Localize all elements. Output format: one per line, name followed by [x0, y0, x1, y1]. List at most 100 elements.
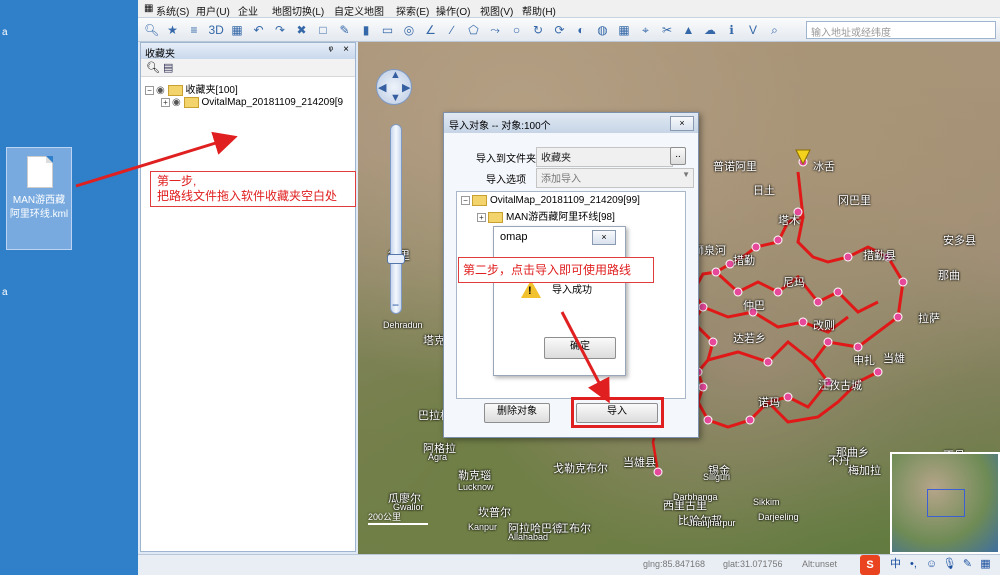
- polygon-icon[interactable]: ⬠: [467, 23, 481, 37]
- info-icon[interactable]: ℹ: [725, 23, 739, 37]
- pin-icon[interactable]: ᵠ: [329, 45, 333, 56]
- map-place-label: 坎普尔: [478, 507, 511, 519]
- window-icon[interactable]: ▭: [381, 23, 395, 37]
- list-icon[interactable]: ▤: [163, 61, 173, 74]
- expand-icon[interactable]: +: [161, 98, 170, 107]
- ime-voice-icon[interactable]: 🎙︎: [942, 557, 957, 572]
- browse-button[interactable]: ..: [670, 147, 686, 165]
- layers-icon[interactable]: ≡: [187, 23, 201, 37]
- line-icon[interactable]: ∕: [445, 23, 459, 37]
- mountain-icon[interactable]: ▲: [682, 23, 696, 37]
- square-icon[interactable]: □: [316, 23, 330, 37]
- star-icon[interactable]: ★: [166, 23, 180, 37]
- address-input[interactable]: 输入地址或经纬度: [806, 21, 996, 39]
- redo-icon[interactable]: ↷: [273, 23, 287, 37]
- location-icon[interactable]: ⌖: [639, 23, 653, 37]
- route-point: [898, 277, 908, 287]
- pencil-icon[interactable]: ✎: [338, 23, 352, 37]
- step1-annotation: 第一步, 把路线文件拖入软件收藏夹空白处: [150, 171, 356, 207]
- ime-skin-icon[interactable]: ✎: [960, 557, 975, 572]
- map-icon[interactable]: ▦: [230, 23, 244, 37]
- eye-icon[interactable]: ◉: [156, 85, 165, 96]
- folder-icon: [167, 84, 183, 96]
- ime-punct-icon[interactable]: •,: [906, 557, 921, 572]
- route-icon[interactable]: ⤳: [488, 23, 502, 37]
- ime-tools-icon[interactable]: ▦: [978, 557, 993, 572]
- overview-map[interactable]: [890, 452, 1000, 554]
- rotate-icon[interactable]: ↻: [531, 23, 545, 37]
- route-point: [763, 357, 773, 367]
- grid-icon[interactable]: ▦: [617, 23, 631, 37]
- expand-icon[interactable]: +: [477, 212, 486, 222]
- 3d-icon[interactable]: 3D: [209, 23, 224, 37]
- tree-label: 收藏夹[100]: [185, 85, 238, 96]
- tree-root-favorites[interactable]: − ◉ 收藏夹[100]: [145, 81, 238, 96]
- kml-file-icon[interactable]: MAN游西藏阿里环线.kml: [6, 147, 72, 250]
- search-icon[interactable]: 🔍︎: [146, 61, 160, 74]
- close-button[interactable]: ×: [670, 116, 694, 131]
- search2-icon[interactable]: ⌕: [768, 23, 782, 37]
- to-folder-field[interactable]: 收藏夹: [536, 147, 673, 167]
- gauge-icon[interactable]: ◐: [574, 23, 588, 37]
- measure-icon[interactable]: ∠: [424, 23, 438, 37]
- cloud-icon[interactable]: ☁: [703, 23, 717, 37]
- menu-operate[interactable]: 操作(O): [436, 3, 470, 18]
- menu-system[interactable]: 系统(S): [156, 3, 189, 18]
- target-icon[interactable]: ◎: [402, 23, 416, 37]
- zoom-handle[interactable]: [387, 254, 405, 264]
- zoom-out-icon[interactable]: −: [392, 298, 399, 312]
- import-tree-root[interactable]: − OvitalMap_20181109_214209[99]: [461, 195, 640, 206]
- step1-line2: 把路线文件拖入软件收藏夹空白处: [157, 189, 338, 203]
- route-point: [843, 252, 853, 262]
- scissors-icon[interactable]: ✂: [660, 23, 674, 37]
- favorites-panel[interactable]: 收藏夹 ᵠ × 🔍︎ ▤ − ◉ 收藏夹[100] + ◉ OvitalMap_20…: [140, 42, 356, 552]
- eye-icon[interactable]: ◉: [172, 97, 181, 108]
- route-point: [873, 367, 883, 377]
- refresh-icon[interactable]: ⟳: [553, 23, 567, 37]
- menu-enterprise[interactable]: 企业: [238, 3, 258, 18]
- zoom-slider[interactable]: [390, 124, 402, 314]
- ime-lang-icon[interactable]: 中: [888, 557, 903, 572]
- tree-item-ovitalmap[interactable]: + ◉ OvitalMap_20181109_214209[9: [161, 97, 343, 108]
- map-place-label: 戈勒克布尔: [553, 463, 608, 475]
- menu-view[interactable]: 视图(V): [480, 3, 513, 18]
- ime-emoji-icon[interactable]: ☺: [924, 557, 939, 572]
- latitude-readout: glat:31.071756: [723, 559, 783, 569]
- pan-right-icon[interactable]: ▶: [402, 81, 410, 94]
- menu-map-switch[interactable]: 地图切换(L): [272, 3, 324, 18]
- close-icon[interactable]: ×: [343, 44, 349, 55]
- status-bar: glng:85.847168 glat:31.071756 Alt:unset …: [138, 554, 1000, 575]
- pan-control[interactable]: ▲ ▼ ◀ ▶: [376, 69, 412, 105]
- menu-explore[interactable]: 探索(E): [396, 3, 429, 18]
- omap-message-box[interactable]: omap × ! 导入成功 确定: [493, 226, 626, 376]
- import-tree-child[interactable]: + MAN游西藏阿里环线[98]: [477, 208, 615, 223]
- map-place-label: Lucknow: [458, 482, 494, 492]
- sogou-ime-icon[interactable]: S: [860, 555, 880, 575]
- ruler-icon[interactable]: ▮: [359, 23, 373, 37]
- route-point: [813, 297, 823, 307]
- pan-left-icon[interactable]: ◀: [378, 81, 386, 94]
- collapse-icon[interactable]: −: [461, 196, 470, 205]
- globe-icon[interactable]: ◍: [596, 23, 610, 37]
- pan-down-icon[interactable]: ▼: [390, 92, 401, 104]
- circle-icon[interactable]: ○: [510, 23, 524, 37]
- vip-icon[interactable]: V: [746, 23, 760, 37]
- delete-object-button[interactable]: 删除对象: [484, 403, 550, 423]
- collapse-icon[interactable]: −: [145, 85, 154, 95]
- undo-icon[interactable]: ↶: [252, 23, 266, 37]
- search-icon[interactable]: 🔍︎: [144, 23, 159, 37]
- map-place-label: 塔木: [778, 215, 800, 227]
- viewport-rect[interactable]: [927, 489, 965, 517]
- route-point: [833, 287, 843, 297]
- menu-help[interactable]: 帮助(H): [522, 3, 556, 18]
- delete-icon[interactable]: ✖: [295, 23, 309, 37]
- menu-custom-map[interactable]: 自定义地图: [334, 3, 384, 18]
- route-point: [733, 287, 743, 297]
- pan-up-icon[interactable]: ▲: [390, 69, 401, 81]
- close-button[interactable]: ×: [592, 230, 616, 245]
- ok-button[interactable]: 确定: [544, 337, 616, 359]
- route-point: [798, 317, 808, 327]
- menu-user[interactable]: 用户(U): [196, 3, 230, 18]
- option-select[interactable]: 添加导入 ▼: [536, 168, 694, 188]
- route-point: [783, 392, 793, 402]
